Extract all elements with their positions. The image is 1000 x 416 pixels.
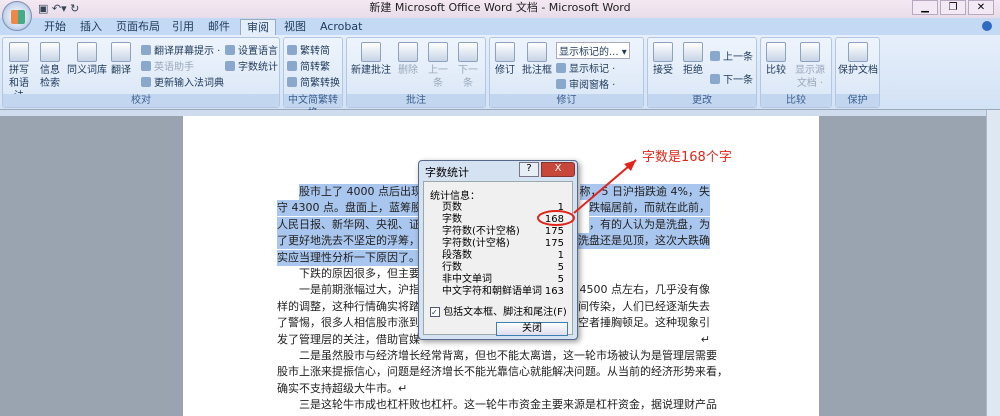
office-button[interactable] [2, 1, 32, 31]
annotation-overlay [537, 159, 637, 226]
arrow-line [573, 159, 637, 214]
office-logo-icon [11, 10, 25, 24]
annotation-label: 字数是168个字 [642, 150, 732, 165]
highlight-ellipse [537, 210, 575, 226]
